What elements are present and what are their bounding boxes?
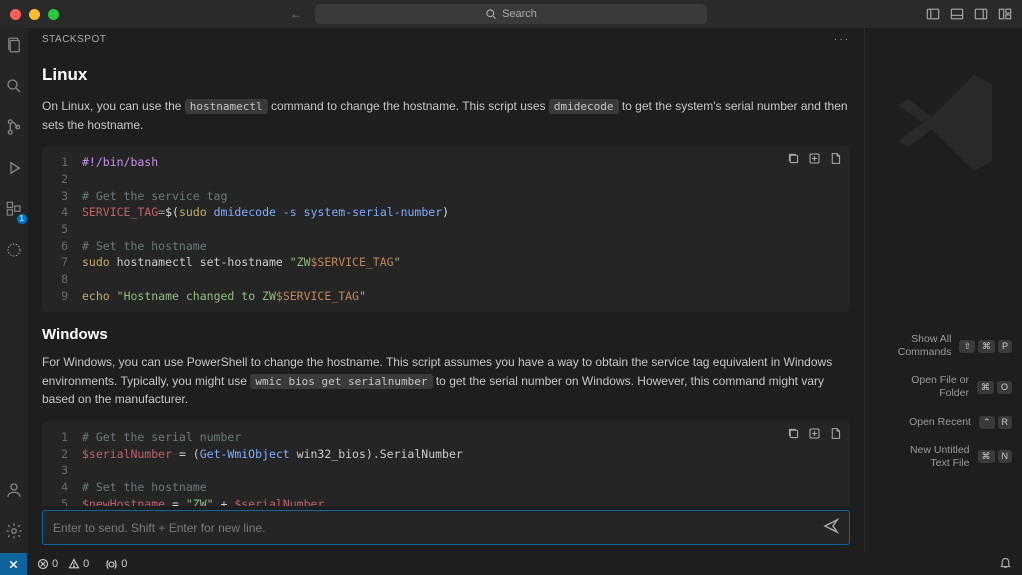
keycap: P: [998, 340, 1012, 353]
keycap: ⌃: [979, 416, 995, 429]
chat-input-row: [42, 510, 850, 545]
remote-indicator[interactable]: [0, 553, 27, 575]
customize-layout-icon[interactable]: [998, 7, 1012, 21]
run-debug-tab[interactable]: [5, 159, 23, 180]
keycap: R: [998, 416, 1013, 429]
source-control-tab[interactable]: [5, 118, 23, 139]
chat-input[interactable]: [53, 521, 823, 535]
vscode-watermark-icon: [884, 63, 1004, 209]
ports-indicator[interactable]: 0: [105, 558, 127, 571]
command-center-search[interactable]: Search: [315, 4, 707, 24]
code-line: 4# Set the hostname: [42, 479, 850, 496]
search-tab[interactable]: [5, 77, 23, 98]
paragraph-windows: For Windows, you can use PowerShell to c…: [42, 353, 850, 409]
accounts-tab[interactable]: [5, 481, 23, 502]
keycap: ⇧: [959, 340, 975, 353]
code-line: 3: [42, 462, 850, 479]
window-controls: [10, 9, 59, 20]
code-line: 2: [42, 171, 850, 188]
code-line: 2$serialNumber = (Get-WmiObject win32_bi…: [42, 446, 850, 463]
search-icon: [485, 8, 497, 20]
insert-code-icon[interactable]: [808, 152, 821, 165]
heading-windows: Windows: [42, 326, 850, 343]
copy-code-icon[interactable]: [787, 152, 800, 165]
code-lines-powershell: 1# Get the serial number2$serialNumber =…: [42, 429, 850, 506]
code-line: 5$newHostname = "ZW" + $serialNumber: [42, 496, 850, 506]
extensions-tab[interactable]: 1: [5, 200, 23, 221]
shortcut-row[interactable]: Show All Commands ⇧⌘P: [871, 333, 1012, 359]
code-line: 4SERVICE_TAG=$(sudo dmidecode -s system-…: [42, 204, 850, 221]
stackspot-tab[interactable]: [5, 241, 23, 262]
keycap: ⌘: [977, 381, 994, 394]
titlebar: ← → Search: [0, 0, 1022, 28]
panel-more-icon[interactable]: ···: [834, 34, 850, 45]
code-block-bash: 1#!/bin/bash23# Get the service tag4SERV…: [42, 146, 850, 312]
activity-bar: 1: [0, 28, 28, 553]
shortcut-label: New Untitled Text File: [890, 444, 970, 470]
code-line: 9echo "Hostname changed to ZW$SERVICE_TA…: [42, 288, 850, 305]
welcome-shortcuts: Show All Commands⇧⌘POpen File or Folder⌘…: [871, 333, 1012, 470]
heading-linux: Linux: [42, 65, 850, 85]
problems-warnings[interactable]: 0: [68, 558, 89, 570]
shortcut-row[interactable]: Open Recent ⌃R: [871, 416, 1012, 429]
code-line: 5: [42, 221, 850, 238]
keycap: N: [998, 450, 1013, 463]
explorer-tab[interactable]: [5, 36, 23, 57]
code-line: 7sudo hostnamectl set-hostname "ZW$SERVI…: [42, 254, 850, 271]
send-icon[interactable]: [823, 518, 839, 537]
paragraph-linux: On Linux, you can use the hostnamectl co…: [42, 97, 850, 134]
layout-sidebar-left-icon[interactable]: [926, 7, 940, 21]
minimize-window-button[interactable]: [29, 9, 40, 20]
search-placeholder: Search: [502, 8, 537, 20]
new-file-code-icon[interactable]: [829, 427, 842, 440]
shortcut-row[interactable]: Open File or Folder ⌘O: [871, 374, 1012, 400]
code-line: 6# Set the hostname: [42, 238, 850, 255]
code-block-powershell: 1# Get the serial number2$serialNumber =…: [42, 421, 850, 506]
insert-code-icon[interactable]: [808, 427, 821, 440]
code-line: 3# Get the service tag: [42, 188, 850, 205]
code-line: 1# Get the serial number: [42, 429, 850, 446]
shortcut-row[interactable]: New Untitled Text File ⌘N: [871, 444, 1012, 470]
code-line: 8: [42, 271, 850, 288]
code-lines-bash: 1#!/bin/bash23# Get the service tag4SERV…: [42, 154, 850, 304]
sidebar-panel: STACKSPOT ··· Linux On Linux, you can us…: [28, 28, 864, 553]
new-file-code-icon[interactable]: [829, 152, 842, 165]
settings-tab[interactable]: [5, 522, 23, 543]
status-bar: 0 0 0: [0, 553, 1022, 575]
layout-panel-icon[interactable]: [950, 7, 964, 21]
shortcut-label: Open File or Folder: [889, 374, 969, 400]
code-line: 1#!/bin/bash: [42, 154, 850, 171]
keycap: ⌘: [978, 450, 995, 463]
keycap: ⌘: [978, 340, 995, 353]
nav-back-icon[interactable]: ←: [290, 7, 302, 21]
shortcut-label: Show All Commands: [871, 333, 951, 359]
editor-area: Show All Commands⇧⌘POpen File or Folder⌘…: [864, 28, 1022, 553]
panel-title: STACKSPOT: [42, 34, 106, 45]
shortcut-label: Open Recent: [909, 416, 971, 429]
keycap: O: [997, 381, 1012, 394]
extensions-badge: 1: [17, 214, 27, 224]
problems-errors[interactable]: 0: [37, 558, 58, 570]
close-window-button[interactable]: [10, 9, 21, 20]
maximize-window-button[interactable]: [48, 9, 59, 20]
copy-code-icon[interactable]: [787, 427, 800, 440]
notifications-icon[interactable]: [999, 560, 1012, 572]
layout-sidebar-right-icon[interactable]: [974, 7, 988, 21]
